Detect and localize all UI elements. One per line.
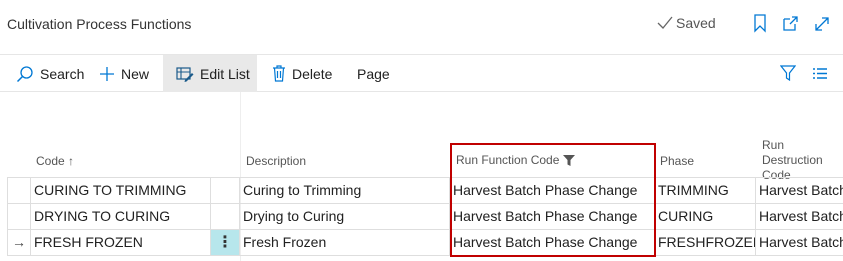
column-header-run-function-code[interactable]: Run Function Code (456, 153, 576, 168)
cell-description[interactable]: Curing to Trimming (239, 178, 449, 203)
cell-description[interactable]: Drying to Curing (239, 204, 449, 229)
search-icon (16, 65, 33, 82)
title-bar: Cultivation Process Functions Saved (0, 0, 843, 48)
expand-icon[interactable] (813, 13, 831, 33)
cell-phase[interactable]: TRIMMING (654, 178, 755, 203)
row-selected-arrow-icon: → (7, 230, 30, 255)
open-in-new-window-icon[interactable] (781, 13, 799, 33)
cell-run-destruction-code[interactable]: Harvest Batch (755, 230, 843, 255)
cell-row-menu[interactable] (210, 178, 239, 203)
list-view-icon[interactable] (812, 67, 828, 80)
cell-phase[interactable]: CURING (654, 204, 755, 229)
table-row[interactable]: DRYING TO CURING Drying to Curing Harves… (7, 203, 843, 229)
code-header-label: Code (36, 154, 65, 168)
cell-code[interactable]: CURING TO TRIMMING (30, 178, 210, 203)
cell-run-destruction-code[interactable]: Harvest Batch (755, 178, 843, 203)
search-label: Search (40, 65, 85, 82)
row-indicator (7, 178, 30, 203)
data-grid: Code ↑ Description Run Function Code Pha… (0, 92, 843, 261)
search-button[interactable]: Search (16, 55, 84, 92)
column-header-description[interactable]: Description (246, 154, 306, 169)
new-label: New (121, 65, 150, 82)
new-button[interactable]: New (99, 55, 149, 92)
edit-list-icon (176, 66, 194, 82)
table-row[interactable]: CURING TO TRIMMING Curing to Trimming Ha… (7, 177, 843, 203)
saved-label: Saved (676, 15, 716, 31)
cell-run-function-code[interactable]: Harvest Batch Phase Change (449, 204, 654, 229)
sort-ascending-icon: ↑ (68, 154, 75, 168)
filter-icon[interactable] (780, 65, 796, 81)
cell-code[interactable]: FRESH FROZEN (30, 230, 210, 255)
cell-description[interactable]: Fresh Frozen (239, 230, 449, 255)
page-title: Cultivation Process Functions (7, 16, 192, 32)
run-function-code-header-label: Run Function Code (456, 153, 560, 167)
saved-status: Saved (657, 15, 716, 31)
table-row-partial (7, 255, 843, 261)
column-header-phase[interactable]: Phase (660, 154, 694, 169)
column-header-code[interactable]: Code ↑ (36, 154, 74, 169)
edit-list-button[interactable]: Edit List (163, 55, 257, 92)
filter-applied-icon (563, 155, 576, 166)
delete-button[interactable]: Delete (272, 55, 332, 92)
cell-run-destruction-code[interactable]: Harvest Batch (755, 204, 843, 229)
cell-run-function-code[interactable]: Harvest Batch Phase Change (449, 178, 654, 203)
trash-icon (273, 65, 285, 82)
edit-list-label: Edit List (200, 65, 250, 82)
checkmark-icon (657, 16, 673, 29)
row-actions-menu-icon[interactable]: ⋮ (210, 230, 239, 255)
plus-icon (100, 66, 114, 81)
cell-row-menu[interactable] (210, 204, 239, 229)
page-menu-button[interactable]: Page (357, 55, 390, 92)
table-row-selected[interactable]: → FRESH FROZEN ⋮ Fresh Frozen Harvest Ba… (7, 229, 843, 255)
bookmark-icon[interactable] (751, 13, 769, 33)
cell-run-function-code[interactable]: Harvest Batch Phase Change (449, 230, 654, 255)
action-bar: Search New Edit List Delete Page (0, 54, 843, 92)
row-indicator (7, 204, 30, 229)
cell-phase[interactable]: FRESHFROZEN (654, 230, 755, 255)
cell-code[interactable]: DRYING TO CURING (30, 204, 210, 229)
page-label: Page (357, 65, 390, 82)
delete-label: Delete (292, 65, 333, 82)
